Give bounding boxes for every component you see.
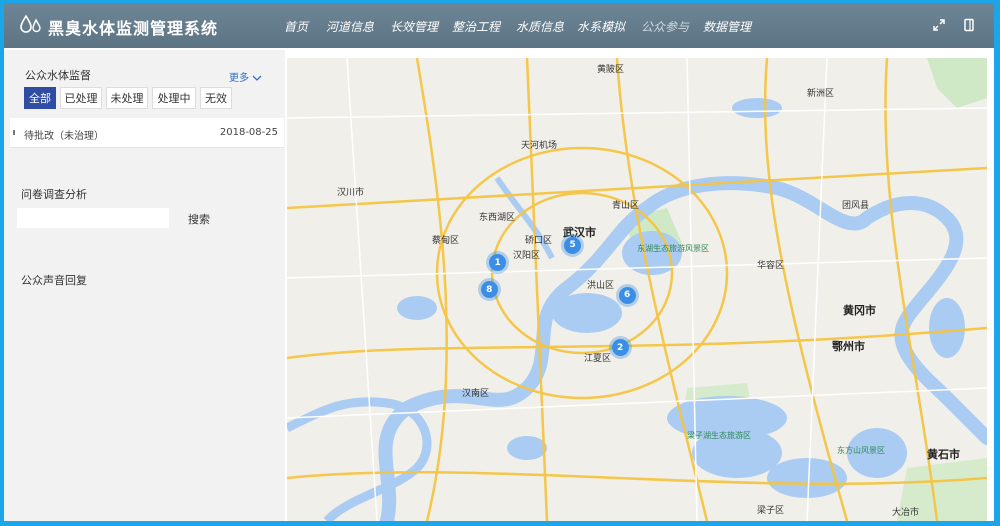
survey-analysis-title: 问卷调查分析 <box>21 188 87 201</box>
map-label-tuanfeng: 团风县 <box>842 201 870 211</box>
map-label-liangzihu: 梁子湖生态旅游区 <box>687 431 751 440</box>
public-supervision-title: 公众水体监督 <box>25 69 91 82</box>
map-view[interactable]: 黄陂区 新洲区 天河机场 汉川市 东西湖区 青山区 武汉市 蔡甸区 硚口区 汉阳… <box>287 58 987 521</box>
map-label-huarong: 华容区 <box>757 261 785 271</box>
report-list-item[interactable]: 待批改（未治理） 2018-08-25 <box>10 118 284 148</box>
more-link[interactable]: 更多 <box>229 69 262 84</box>
list-bullet <box>13 130 15 135</box>
nav-water-simulation[interactable]: 水系模拟 <box>577 18 625 35</box>
map-label-liangzi: 梁子区 <box>757 506 785 516</box>
search-button[interactable]: 搜索 <box>188 211 210 227</box>
map-label-hongshan: 洪山区 <box>587 281 615 291</box>
map-label-jiangxia: 江夏区 <box>584 354 612 364</box>
map-label-hanyang: 汉阳区 <box>513 251 541 261</box>
chevron-down-icon <box>252 75 262 81</box>
map-label-qingshan: 青山区 <box>612 201 640 211</box>
fullscreen-icon[interactable] <box>932 18 946 32</box>
filter-processed-button[interactable]: 已处理 <box>60 87 102 109</box>
map-label-dongxihu: 东西湖区 <box>479 213 516 223</box>
map-label-huangpi: 黄陂区 <box>597 65 625 75</box>
app-header: 黑臭水体监测管理系统 首页 河道信息 长效管理 整治工程 水质信息 水系模拟 公… <box>4 3 994 48</box>
map-label-tianhe-airport: 天河机场 <box>521 141 558 151</box>
report-date: 2018-08-25 <box>219 127 278 138</box>
app-window: 黑臭水体监测管理系统 首页 河道信息 长效管理 整治工程 水质信息 水系模拟 公… <box>4 3 994 521</box>
nav-public-participation[interactable]: 公众参与 <box>641 18 689 35</box>
water-drop-icon <box>20 14 41 33</box>
map-label-huangshi: 黄石市 <box>927 448 960 461</box>
map-label-hannan: 汉南区 <box>462 389 490 399</box>
map-label-dongfangshan: 东方山风景区 <box>837 446 885 455</box>
search-input[interactable] <box>17 208 169 228</box>
map-label-caidian: 蔡甸区 <box>432 236 460 246</box>
map-label-ezhou: 鄂州市 <box>832 340 865 353</box>
map-label-xinzhou: 新洲区 <box>807 89 835 99</box>
nav-remediation-projects[interactable]: 整治工程 <box>452 18 500 35</box>
more-label: 更多 <box>229 73 249 84</box>
app-title: 黑臭水体监测管理系统 <box>48 19 219 38</box>
public-voice-reply-title: 公众声音回复 <box>21 274 87 287</box>
left-panel: 公众水体监督 更多 全部 已处理 未处理 处理中 无效 待批改（未治理） 201… <box>4 50 285 521</box>
map-cluster-marker[interactable]: 6 <box>618 286 636 304</box>
map-cluster-marker[interactable]: 2 <box>611 339 629 357</box>
map-cluster-marker[interactable]: 5 <box>564 236 582 254</box>
nav-long-term-management[interactable]: 长效管理 <box>390 18 438 35</box>
map-label-huanggang: 黄冈市 <box>843 304 876 317</box>
nav-river-info[interactable]: 河道信息 <box>326 18 374 35</box>
filter-all-button[interactable]: 全部 <box>24 87 56 109</box>
nav-data-management[interactable]: 数据管理 <box>703 18 751 35</box>
filter-processing-button[interactable]: 处理中 <box>152 87 196 109</box>
map-label-qiaokou: 硚口区 <box>525 236 553 246</box>
map-label-daye: 大冶市 <box>892 508 920 518</box>
map-label-donghu: 东湖生态旅游风景区 <box>637 244 709 253</box>
nav-water-quality[interactable]: 水质信息 <box>516 18 564 35</box>
report-status: 待批改（未治理） <box>24 131 104 142</box>
panel-toggle-icon[interactable] <box>962 18 976 32</box>
nav-home[interactable]: 首页 <box>284 18 308 35</box>
filter-invalid-button[interactable]: 无效 <box>200 87 232 109</box>
map-label-hanchuan: 汉川市 <box>337 188 365 198</box>
filter-unprocessed-button[interactable]: 未处理 <box>106 87 148 109</box>
